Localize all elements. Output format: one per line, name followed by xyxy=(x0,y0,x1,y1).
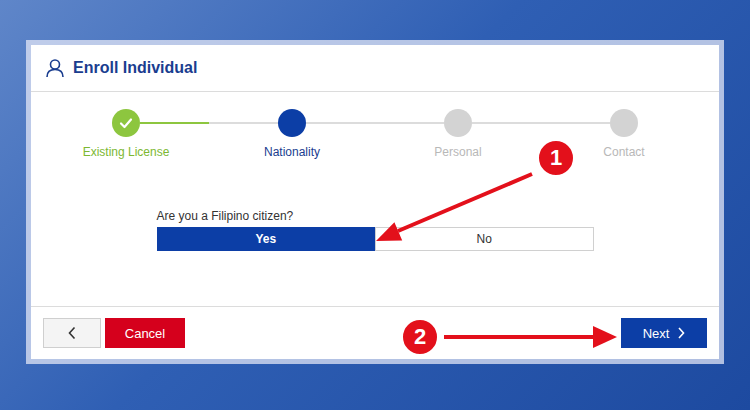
step-line xyxy=(140,122,209,124)
step-circle xyxy=(610,109,638,137)
answer-toggle: YesNo xyxy=(157,227,594,251)
annotation-badge: 1 xyxy=(537,139,575,177)
cancel-button[interactable]: Cancel xyxy=(105,318,185,348)
annotation-badge: 2 xyxy=(401,318,439,356)
step-line xyxy=(472,122,541,124)
step-label: Nationality xyxy=(264,145,320,159)
step-line xyxy=(541,122,610,124)
dialog-content: Existing License Nationality Personal Conta… xyxy=(31,92,719,306)
page: Enroll Individual Existing License Nationa… xyxy=(0,0,750,410)
dialog-footer: Cancel Next xyxy=(31,306,719,359)
person-icon xyxy=(45,58,65,78)
step-circle xyxy=(112,109,140,137)
answer-option[interactable]: Yes xyxy=(157,227,376,251)
step-track xyxy=(43,109,209,137)
step-line xyxy=(209,122,278,124)
step-line xyxy=(375,122,444,124)
step-label: Personal xyxy=(434,145,481,159)
question: Are you a Filipino citizen? YesNo xyxy=(157,209,594,251)
chevron-right-icon xyxy=(677,327,685,339)
step-circle xyxy=(278,109,306,137)
step-track xyxy=(209,109,375,137)
step: Nationality xyxy=(209,109,375,159)
dialog-header: Enroll Individual xyxy=(31,45,719,92)
stepper: Existing License Nationality Personal Conta… xyxy=(43,92,707,159)
dialog-title: Enroll Individual xyxy=(73,59,197,77)
step: Personal xyxy=(375,109,541,159)
chevron-left-icon xyxy=(67,326,77,340)
question-label: Are you a Filipino citizen? xyxy=(157,209,594,223)
check-icon xyxy=(118,115,134,131)
step-line xyxy=(306,122,375,124)
next-label: Next xyxy=(643,326,670,341)
step-label: Existing License xyxy=(83,145,170,159)
annotation-arrows xyxy=(0,0,750,410)
answer-option[interactable]: No xyxy=(375,227,594,251)
step-track xyxy=(375,109,541,137)
dialog-frame: Enroll Individual Existing License Nationa… xyxy=(26,40,724,364)
back-button[interactable] xyxy=(43,318,101,348)
arrow-icon xyxy=(444,326,617,348)
step-track xyxy=(541,109,707,137)
arrow-icon xyxy=(376,174,532,241)
step: Existing License xyxy=(43,109,209,159)
step-circle xyxy=(444,109,472,137)
step-label: Contact xyxy=(603,145,644,159)
enroll-dialog: Enroll Individual Existing License Nationa… xyxy=(31,45,719,359)
footer-left: Cancel xyxy=(43,318,185,348)
next-button[interactable]: Next xyxy=(621,318,707,348)
